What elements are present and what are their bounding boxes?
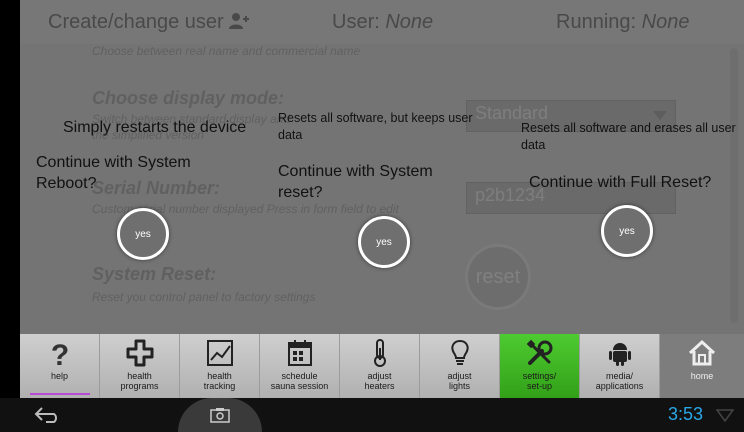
toolbar-label: schedule sauna session (270, 371, 329, 391)
help-icon: ? (50, 339, 68, 368)
toolbar-label: help (50, 371, 68, 381)
toolbar-label: settings/ set-up (522, 371, 557, 391)
lightbulb-icon (450, 339, 469, 365)
system-reset-option-desc: Resets all software, but keeps user data (278, 111, 473, 142)
toolbar-label: adjust lights (447, 371, 472, 391)
full-reset-yes-button[interactable]: yes (601, 205, 653, 257)
toolbar-schedule[interactable]: schedule sauna session (260, 334, 340, 398)
toolbar-media[interactable]: media/ applications (580, 334, 660, 398)
clock: 3:53 (668, 404, 704, 424)
toolbar-adjust-lights[interactable]: adjust lights (420, 334, 500, 398)
chart-icon (206, 340, 233, 366)
android-icon (608, 343, 631, 366)
wifi-icon (716, 409, 734, 422)
system-reset-question: Continue with System reset? (278, 163, 433, 201)
reboot-yes-button[interactable]: yes (117, 208, 169, 260)
system-nav-bar: 3:53 (0, 398, 744, 432)
health-cross-icon (126, 339, 153, 367)
active-underline (30, 393, 90, 395)
thermometer-icon (373, 339, 386, 367)
toolbar-label: adjust heaters (364, 371, 395, 391)
toolbar-label: health tracking (203, 371, 236, 391)
screen: Choose between real name and commercial … (0, 0, 744, 432)
toolbar-home[interactable]: home (660, 334, 744, 398)
tools-icon (526, 339, 552, 365)
calendar-icon (287, 340, 312, 366)
reboot-question: Continue with System Reboot? (36, 154, 191, 192)
toolbar-label: media/ applications (595, 371, 644, 391)
toolbar-settings[interactable]: settings/ set-up (500, 334, 580, 398)
screenshot-icon[interactable] (210, 407, 230, 423)
full-reset-question: Continue with Full Reset? (529, 174, 712, 191)
full-reset-desc: Resets all software and erases all user … (521, 121, 736, 152)
home-icon (688, 339, 716, 366)
toolbar-health-programs[interactable]: health programs (100, 334, 180, 398)
svg-text:?: ? (50, 339, 68, 368)
bottom-toolbar: ? help health programs health tracking s… (20, 334, 744, 398)
system-reset-yes-button[interactable]: yes (358, 216, 410, 268)
reboot-desc: Simply restarts the device (63, 119, 247, 136)
back-icon[interactable] (34, 406, 60, 424)
toolbar-help[interactable]: ? help (20, 334, 100, 398)
toolbar-health-tracking[interactable]: health tracking (180, 334, 260, 398)
toolbar-label: health programs (120, 371, 159, 391)
toolbar-adjust-heaters[interactable]: adjust heaters (340, 334, 420, 398)
toolbar-label: home (690, 371, 714, 381)
